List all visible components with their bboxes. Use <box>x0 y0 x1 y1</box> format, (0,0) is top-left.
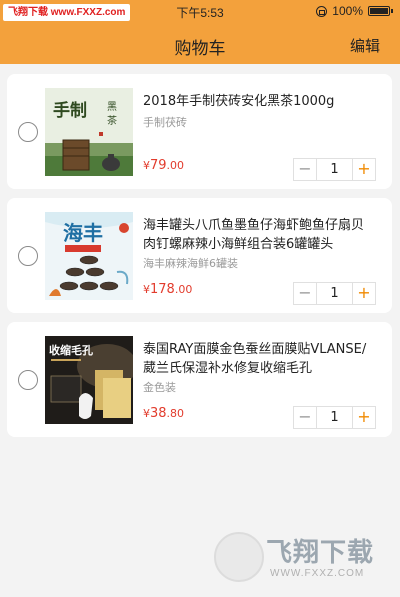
quantity-stepper: − 1 + <box>293 158 376 181</box>
increase-button[interactable]: + <box>352 159 375 180</box>
quantity-value[interactable]: 1 <box>317 159 352 180</box>
product-price: ¥178.00 <box>143 282 192 297</box>
watermark-logo: 飞翔下载 WWW.FXXZ.COM <box>214 530 386 586</box>
product-variant: 金色装 <box>143 381 176 394</box>
increase-button[interactable]: + <box>352 407 375 428</box>
price-currency: ¥ <box>143 407 150 420</box>
watermark-url: WWW.FXXZ.COM <box>270 568 365 579</box>
quantity-stepper: − 1 + <box>293 406 376 429</box>
decrease-button[interactable]: − <box>294 159 317 180</box>
battery-percent: 100% <box>332 4 363 18</box>
product-price: ¥79.00 <box>143 158 184 173</box>
cart-item: 手制 黑 茶 2018年手制茯砖安化黑茶1000g 手制茯砖 ¥79.00 − … <box>7 74 392 189</box>
select-radio[interactable] <box>18 370 38 390</box>
increase-button[interactable]: + <box>352 283 375 304</box>
status-right: 100% <box>316 4 393 18</box>
svg-text:手制: 手制 <box>53 100 87 121</box>
svg-text:海丰: 海丰 <box>63 221 103 245</box>
price-currency: ¥ <box>143 159 150 172</box>
edit-button[interactable]: 编辑 <box>350 35 380 56</box>
svg-text:收缩毛孔: 收缩毛孔 <box>49 343 93 357</box>
watermark-text: 飞翔下载 <box>266 537 375 567</box>
price-integer: 178 <box>150 282 175 297</box>
page-title: 购物车 <box>174 39 226 59</box>
quantity-stepper: − 1 + <box>293 282 376 305</box>
status-bar: 飞翔下载 www.FXXZ.com 下午5:53 100% <box>0 0 400 24</box>
nav-bar: 购物车 编辑 <box>0 24 400 64</box>
select-radio[interactable] <box>18 122 38 142</box>
price-integer: 79 <box>150 158 167 173</box>
quantity-value[interactable]: 1 <box>317 283 352 304</box>
rotation-lock-icon <box>316 5 328 17</box>
product-image[interactable]: 收缩毛孔 <box>45 336 133 424</box>
product-title[interactable]: 海丰罐头八爪鱼墨鱼仔海虾鲍鱼仔扇贝肉钉螺麻辣小海鲜组合装6罐罐头 <box>143 216 375 254</box>
quantity-value[interactable]: 1 <box>317 407 352 428</box>
battery-icon <box>368 6 393 16</box>
product-image[interactable]: 手制 黑 茶 <box>45 88 133 176</box>
product-image[interactable]: 海丰 <box>45 212 133 300</box>
decrease-button[interactable]: − <box>294 283 317 304</box>
price-integer: 38 <box>150 406 167 421</box>
price-decimal: .80 <box>166 407 185 420</box>
cart-item: 海丰 海丰罐头八爪鱼墨鱼仔海虾鲍鱼仔扇贝肉钉螺麻辣小海鲜组合装6罐罐头 海丰麻辣… <box>7 198 392 313</box>
price-decimal: .00 <box>174 283 193 296</box>
product-title[interactable]: 泰国RAY面膜金色蚕丝面膜贴VLANSE/葳兰氏保湿补水修复收缩毛孔 <box>143 340 375 378</box>
price-decimal: .00 <box>166 159 185 172</box>
price-currency: ¥ <box>143 283 150 296</box>
product-title[interactable]: 2018年手制茯砖安化黑茶1000g <box>143 92 375 111</box>
product-variant: 手制茯砖 <box>143 116 187 129</box>
product-variant: 海丰麻辣海鲜6罐装 <box>143 257 238 270</box>
watermark-emblem-icon <box>214 532 264 582</box>
svg-text:黑: 黑 <box>107 101 117 113</box>
product-price: ¥38.80 <box>143 406 184 421</box>
cart-item: 收缩毛孔 泰国RAY面膜金色蚕丝面膜贴VLANSE/葳兰氏保湿补水修复收缩毛孔 … <box>7 322 392 437</box>
decrease-button[interactable]: − <box>294 407 317 428</box>
select-radio[interactable] <box>18 246 38 266</box>
svg-text:茶: 茶 <box>107 114 117 127</box>
